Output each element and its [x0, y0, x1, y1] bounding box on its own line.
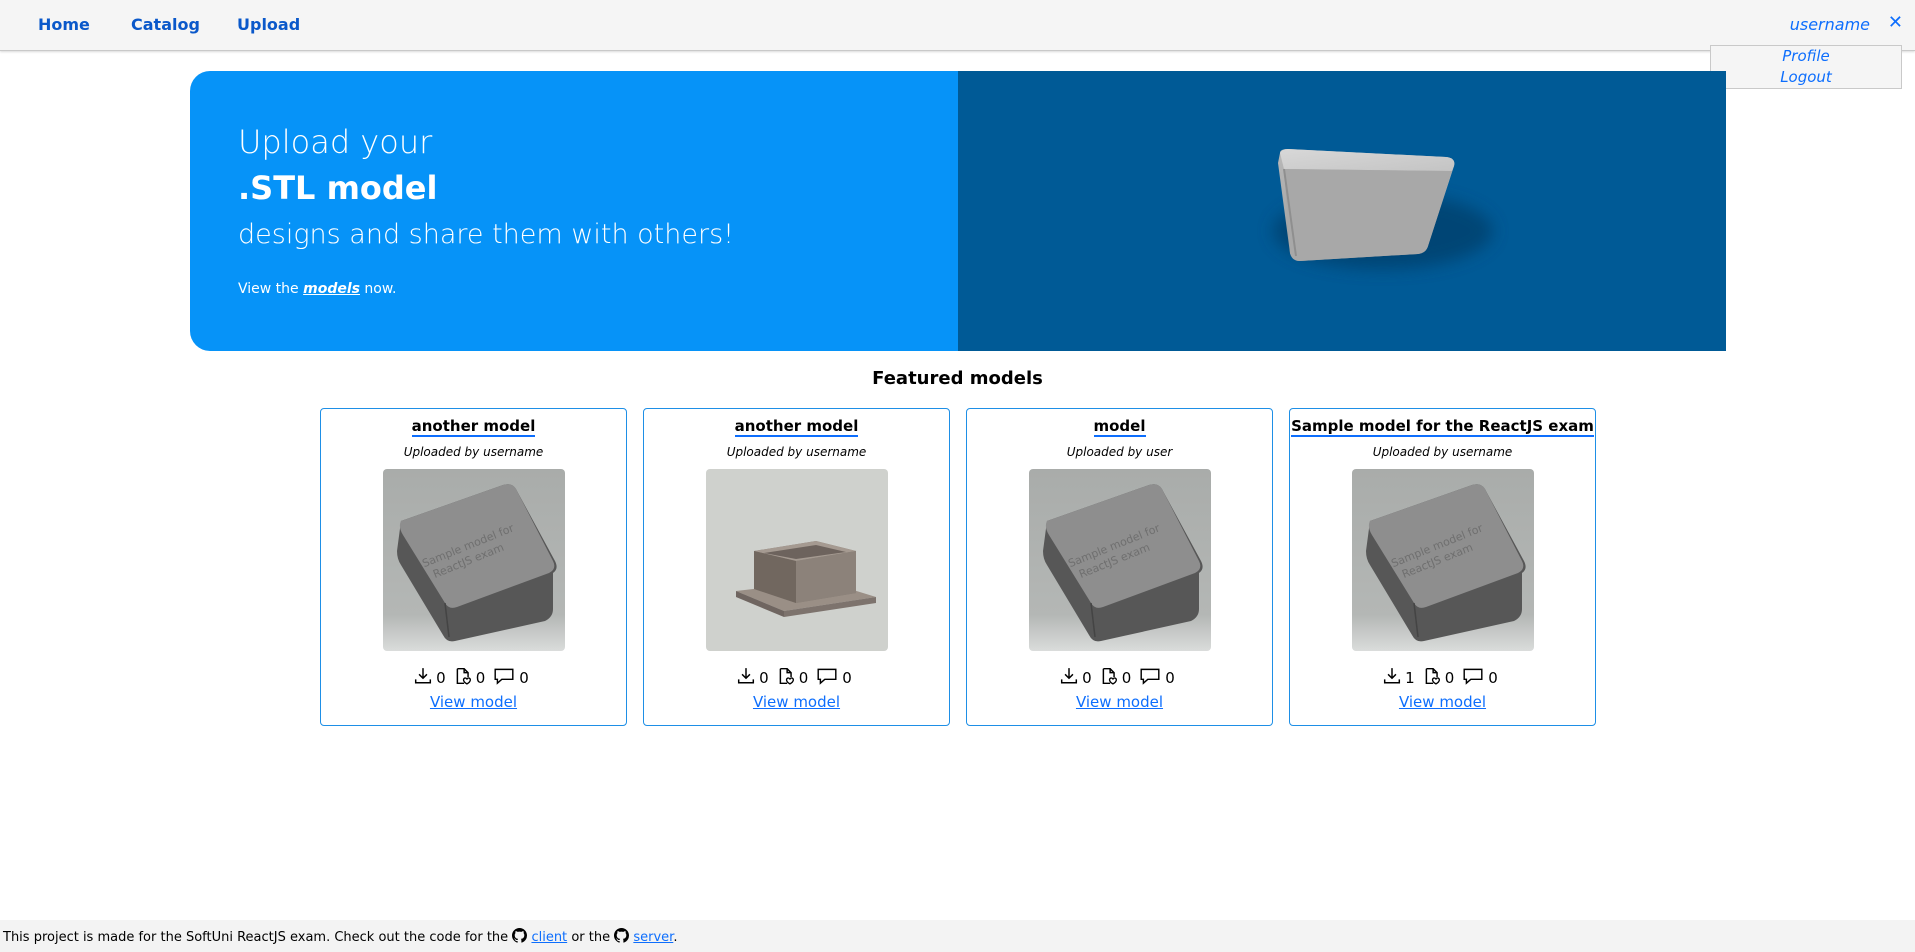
logout-link[interactable]: Logout: [1711, 67, 1901, 88]
username-menu-toggle[interactable]: username: [1790, 15, 1870, 34]
nav-home-link[interactable]: Home: [38, 15, 90, 34]
comments-count: 0: [1165, 669, 1175, 687]
close-icon[interactable]: ✕: [1888, 12, 1903, 32]
github-icon: [614, 928, 630, 943]
model-card: Sample model for the ReactJS exam Upload…: [1289, 408, 1596, 726]
file-like-icon: [1102, 667, 1117, 685]
footer-text: This project is made for the SoftUni Rea…: [3, 930, 509, 945]
likes-count: 0: [475, 669, 486, 687]
model-card-title[interactable]: another model: [734, 417, 859, 437]
file-like-icon: [1425, 667, 1440, 685]
model-stats: 0 0 0: [644, 665, 949, 687]
likes-count: 0: [798, 669, 809, 687]
model-card: another model Uploaded by username 0 0 0…: [643, 408, 950, 726]
nav-catalog-link[interactable]: Catalog: [131, 15, 200, 34]
download-icon: [738, 668, 755, 684]
model-card: model Uploaded by user Sample model for …: [966, 408, 1273, 726]
comment-icon: [494, 668, 514, 685]
comments-count: 0: [1488, 669, 1498, 687]
model-thumbnail-image: Sample model for ReactJS exam: [1351, 469, 1534, 651]
view-model-link[interactable]: View model: [1399, 693, 1486, 711]
hero-cta: View the models now.: [238, 281, 396, 297]
downloads-count: 1: [1405, 669, 1415, 687]
model-card-uploader: Uploaded by username: [1372, 445, 1513, 459]
nav-upload-link[interactable]: Upload: [237, 15, 300, 34]
top-navbar: Home Catalog Upload username ✕: [0, 0, 1915, 51]
download-icon: [1061, 668, 1078, 684]
hero-banner: Upload your .STL model designs and share…: [190, 71, 1726, 351]
file-like-icon: [779, 667, 794, 685]
hero-line-3: designs and share them with others!: [238, 219, 734, 250]
model-card-uploader: Uploaded by user: [1066, 445, 1173, 459]
model-stats: 1 0 0: [1290, 665, 1595, 687]
hero-3d-box-image: [1273, 149, 1493, 269]
hero-cta-prefix: View the: [238, 281, 299, 297]
model-card-title[interactable]: model: [1093, 417, 1146, 437]
model-thumbnail: Sample model for ReactJS exam: [1028, 469, 1211, 651]
comment-icon: [1463, 668, 1483, 685]
hero-cta-suffix: now.: [364, 281, 397, 297]
comment-icon: [817, 668, 837, 685]
model-stats: 0 0 0: [967, 665, 1272, 687]
model-stats: 0 0 0: [321, 665, 626, 687]
hero-text-panel: Upload your .STL model designs and share…: [190, 71, 958, 351]
model-thumbnail-image: Sample model for ReactJS exam: [382, 469, 565, 651]
download-icon: [415, 668, 432, 684]
downloads-count: 0: [436, 669, 446, 687]
download-icon: [1384, 668, 1401, 684]
model-card-title[interactable]: another model: [411, 417, 536, 437]
featured-models-heading: Featured models: [872, 368, 1043, 389]
user-dropdown-menu: Profile Logout: [1710, 45, 1902, 89]
model-card-uploader: Uploaded by username: [726, 445, 867, 459]
footer-client-link[interactable]: client: [531, 930, 567, 945]
likes-count: 0: [1444, 669, 1455, 687]
model-thumbnail: [705, 469, 888, 651]
model-thumbnail: Sample model for ReactJS exam: [1351, 469, 1534, 651]
hero-line-2: .STL model: [238, 169, 438, 207]
downloads-count: 0: [1082, 669, 1092, 687]
view-model-link[interactable]: View model: [753, 693, 840, 711]
view-model-link[interactable]: View model: [1076, 693, 1163, 711]
likes-count: 0: [1121, 669, 1132, 687]
hero-models-link[interactable]: models: [303, 281, 360, 297]
model-card: another model Uploaded by username Sampl…: [320, 408, 627, 726]
comment-icon: [1140, 668, 1160, 685]
footer-end: .: [673, 930, 678, 945]
comments-count: 0: [842, 669, 852, 687]
comments-count: 0: [519, 669, 529, 687]
model-card-uploader: Uploaded by username: [403, 445, 544, 459]
profile-link[interactable]: Profile: [1711, 46, 1901, 67]
model-thumbnail-image: Sample model for ReactJS exam: [1028, 469, 1211, 651]
view-model-link[interactable]: View model: [430, 693, 517, 711]
downloads-count: 0: [759, 669, 769, 687]
hero-image-panel: [958, 71, 1726, 351]
github-icon: [512, 928, 528, 943]
model-thumbnail-image: [705, 469, 888, 651]
file-like-icon: [456, 667, 471, 685]
hero-line-1: Upload your: [238, 123, 433, 161]
footer: This project is made for the SoftUni Rea…: [0, 920, 1915, 952]
footer-or-text: or the: [571, 930, 611, 945]
model-card-title[interactable]: Sample model for the ReactJS exam: [1291, 417, 1594, 437]
model-thumbnail: Sample model for ReactJS exam: [382, 469, 565, 651]
footer-server-link[interactable]: server: [633, 930, 673, 945]
